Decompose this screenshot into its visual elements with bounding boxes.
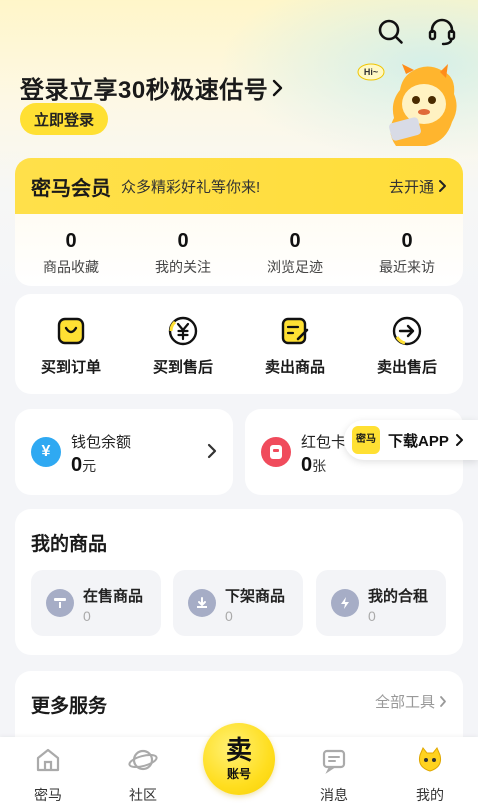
goods-label: 我的合租 [368,588,429,605]
my-goods-card: 我的商品 在售商品 0 下架商品 0 我的合租 0 [15,509,463,655]
goods-label: 在售商品 [83,588,144,605]
yen-coin-icon: ¥ [31,437,61,467]
planet-icon [128,745,158,775]
more-services-title: 更多服务 [31,696,108,717]
edit-doc-icon [278,314,312,348]
membership-subtitle: 众多精彩好礼等你来! [121,178,261,196]
all-tools-link[interactable]: 全部工具 [375,691,447,712]
order-label: 卖出售后 [376,359,437,376]
tab-mine[interactable]: 我的 [390,745,470,805]
order-label: 买到订单 [40,359,101,376]
sell-sublabel: 账号 [226,766,251,781]
stat-label: 最近来访 [379,259,435,275]
wallet-unit: 元 [82,458,97,474]
membership-banner[interactable]: 密马会员 众多精彩好礼等你来! 去开通 [15,158,463,214]
goods-off-shelf[interactable]: 下架商品 0 [173,570,303,636]
tab-label: 我的 [416,787,444,803]
sell-label: 卖 [225,734,252,765]
bag-icon [54,314,88,348]
redpack-count: 0张 [301,454,326,477]
customer-service-button[interactable] [426,16,458,48]
goods-shared-rent[interactable]: 我的合租 0 [316,570,446,636]
order-label: 买到售后 [152,359,213,376]
login-button[interactable]: 立即登录 [20,103,109,135]
goods-value: 0 [368,608,376,624]
tab-label: 社区 [129,787,157,803]
chevron-right-icon [455,433,464,447]
order-bought[interactable]: 买到订单 [15,294,127,394]
wallet-card[interactable]: ¥ 钱包余额 0元 [15,409,233,495]
tab-label: 密马 [34,787,62,803]
stat-value: 0 [65,230,77,252]
orders-card: 买到订单 买到售后 卖出商品 卖出售后 [15,294,463,394]
shelf-up-icon [46,589,74,617]
sell-account-button[interactable]: 卖 账号 [203,723,275,795]
stat-following[interactable]: 0 我的关注 [127,230,239,277]
tab-home[interactable]: 密马 [8,745,88,805]
tab-messages[interactable]: 消息 [294,745,374,805]
my-goods-title: 我的商品 [31,534,108,555]
mascot-bubble-text: Hi~ [364,67,378,77]
search-button[interactable] [375,16,407,48]
membership-card: 密马会员 众多精彩好礼等你来! 去开通 0 商品收藏 0 我的关注 0 浏览足迹… [15,158,463,286]
redpack-unit: 张 [312,458,327,474]
membership-open-link[interactable]: 去开通 [389,176,447,197]
order-label: 卖出商品 [264,359,325,376]
stat-label: 浏览足迹 [267,259,323,275]
wallet-title: 钱包余额 [71,434,132,451]
headset-icon [428,18,456,46]
mascot-illustration: Hi~ [356,62,466,150]
ticket-icon [261,437,291,467]
stat-label: 商品收藏 [43,259,99,275]
chevron-right-icon [207,443,217,464]
order-bought-aftersale[interactable]: 买到售后 [127,294,239,394]
app-logo: 密马 [352,426,380,454]
goods-value: 0 [225,608,233,624]
stat-favorites[interactable]: 0 商品收藏 [15,230,127,277]
stat-visitors[interactable]: 0 最近来访 [351,230,463,277]
redpack-title: 红包卡 [301,434,347,451]
goods-value: 0 [83,608,91,624]
goods-on-sale[interactable]: 在售商品 0 [31,570,161,636]
chevron-right-icon [272,78,284,98]
wallet-balance: 0元 [71,454,96,477]
all-tools-label: 全部工具 [374,694,435,711]
lightning-icon [331,589,359,617]
download-app-button[interactable]: 密马 下载APP [344,420,478,460]
arrow-right-circle-icon [390,314,424,348]
login-title-text: 登录立享30秒极速估号 [20,77,269,104]
stat-value: 0 [401,230,413,252]
goods-label: 下架商品 [225,588,286,605]
message-icon [319,745,349,775]
profile-mascot-icon [415,745,445,775]
chevron-right-icon [440,696,446,707]
home-icon [33,745,63,775]
stat-value: 0 [289,230,301,252]
membership-open-label: 去开通 [388,178,434,196]
order-sold[interactable]: 卖出商品 [239,294,351,394]
download-box-icon [188,589,216,617]
yen-icon [166,314,200,348]
stat-label: 我的关注 [155,259,211,275]
chevron-right-icon [439,180,446,192]
search-icon [378,19,403,44]
stats-row: 0 商品收藏 0 我的关注 0 浏览足迹 0 最近来访 [15,230,463,277]
stat-value: 0 [177,230,189,252]
download-app-label: 下载APP [388,432,449,450]
order-sold-aftersale[interactable]: 卖出售后 [351,294,463,394]
tab-community[interactable]: 社区 [103,745,183,805]
wallet-value: 0 [71,454,83,476]
login-title-link[interactable]: 登录立享30秒极速估号 [20,70,284,105]
tab-label: 消息 [320,787,348,803]
membership-title: 密马会员 [31,177,111,200]
redpack-value: 0 [301,454,313,476]
stat-history[interactable]: 0 浏览足迹 [239,230,351,277]
